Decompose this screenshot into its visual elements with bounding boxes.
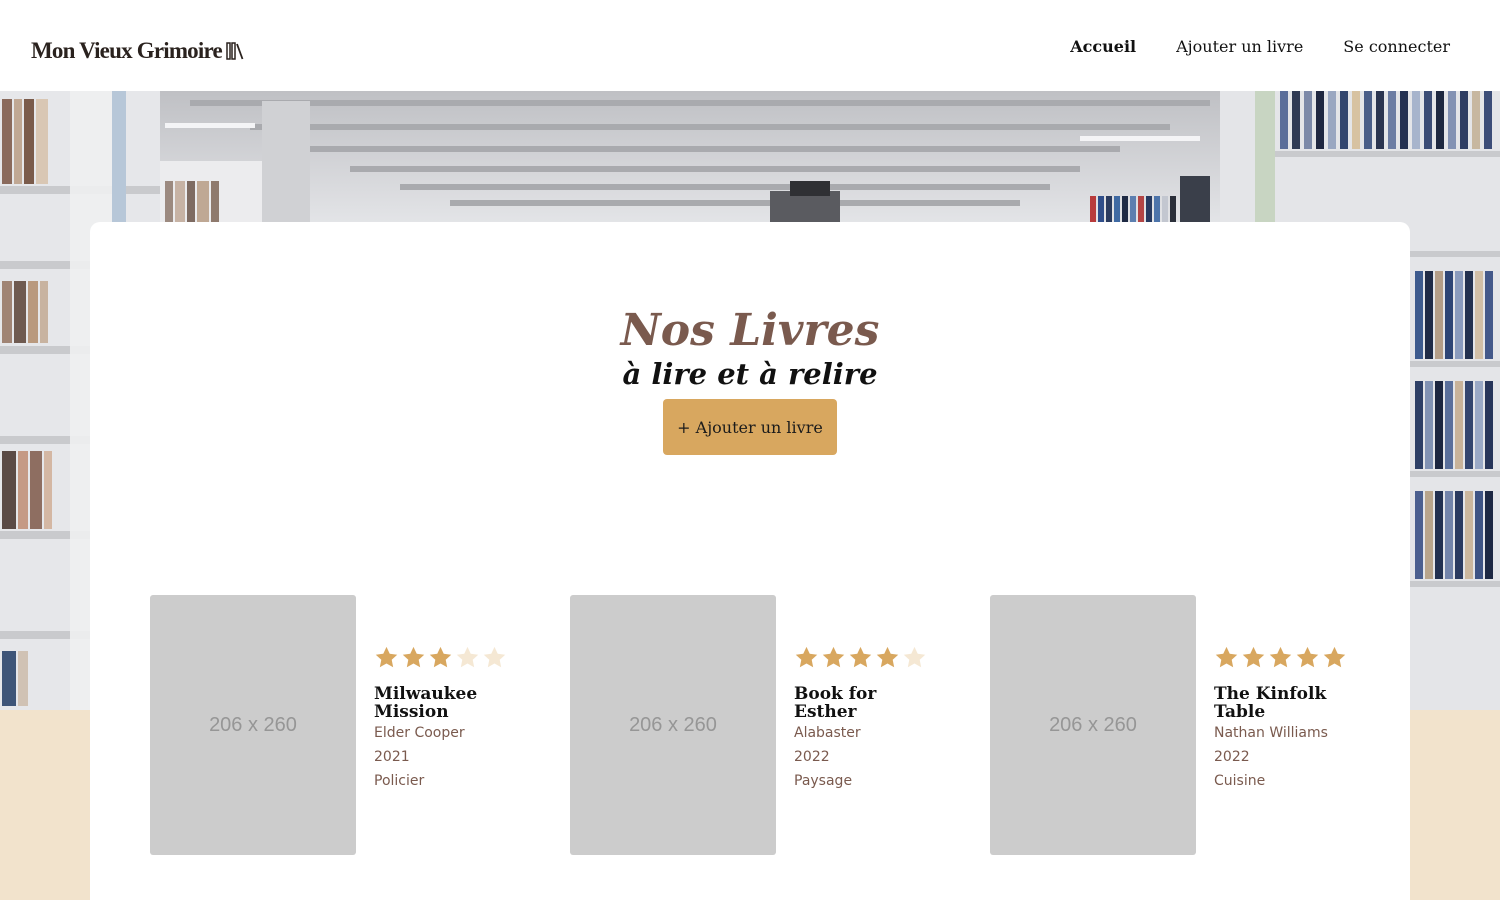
books-icon xyxy=(226,41,244,60)
logo-text: Mon Vieux Grimoire xyxy=(31,37,223,63)
star-filled-icon xyxy=(822,646,845,667)
star-empty-icon xyxy=(903,646,926,667)
book-genre: Paysage xyxy=(794,773,853,789)
book-card[interactable]: 206 x 260 The Kinfolk Table Nathan Willi… xyxy=(990,595,1390,855)
page-title: Nos Livres xyxy=(620,305,880,356)
book-title[interactable]: The Kinfolk Table xyxy=(1214,685,1344,721)
book-year: 2021 xyxy=(374,749,410,765)
book-card[interactable]: 206 x 260 Book for Esther Alabaster 2022… xyxy=(570,595,970,855)
book-genre: Cuisine xyxy=(1214,773,1266,789)
site-header: Mon Vieux Grimoire Accueil Ajouter un li… xyxy=(0,0,1500,91)
star-filled-icon xyxy=(375,646,398,667)
book-cover-placeholder[interactable]: 206 x 260 xyxy=(990,595,1196,855)
rating-stars xyxy=(374,643,544,671)
nav-ajouter-un-livre[interactable]: Ajouter un livre xyxy=(1176,37,1303,56)
star-filled-icon xyxy=(429,646,452,667)
book-info: Book for Esther Alabaster 2022 Paysage xyxy=(794,643,964,793)
rating-stars xyxy=(1214,643,1384,671)
book-year: 2022 xyxy=(1214,749,1250,765)
star-filled-icon xyxy=(1269,646,1292,667)
book-info: Milwaukee Mission Elder Cooper 2021 Poli… xyxy=(374,643,544,793)
star-filled-icon xyxy=(849,646,872,667)
page-subtitle: à lire et à relire xyxy=(622,357,878,391)
star-filled-icon xyxy=(1323,646,1346,667)
star-empty-icon xyxy=(483,646,506,667)
star-filled-icon xyxy=(402,646,425,667)
book-card[interactable]: 206 x 260 Milwaukee Mission Elder Cooper… xyxy=(150,595,550,855)
star-empty-icon xyxy=(456,646,479,667)
star-filled-icon xyxy=(1296,646,1319,667)
book-author: Alabaster xyxy=(794,725,861,741)
book-year: 2022 xyxy=(794,749,830,765)
book-info: The Kinfolk Table Nathan Williams 2022 C… xyxy=(1214,643,1384,793)
site-logo[interactable]: Mon Vieux Grimoire xyxy=(31,38,244,64)
star-filled-icon xyxy=(1215,646,1238,667)
book-genre: Policier xyxy=(374,773,425,789)
books-section: Nos Livres à lire et à relire + Ajouter … xyxy=(90,222,1410,900)
rating-stars xyxy=(794,643,964,671)
book-title[interactable]: Book for Esther xyxy=(794,685,924,721)
book-title[interactable]: Milwaukee Mission xyxy=(374,685,504,721)
star-filled-icon xyxy=(876,646,899,667)
nav-se-connecter[interactable]: Se connecter xyxy=(1343,37,1450,56)
book-cover-placeholder[interactable]: 206 x 260 xyxy=(150,595,356,855)
main-nav: Accueil Ajouter un livre Se connecter xyxy=(1070,37,1450,56)
book-author: Nathan Williams xyxy=(1214,725,1328,741)
book-cover-placeholder[interactable]: 206 x 260 xyxy=(570,595,776,855)
star-filled-icon xyxy=(1242,646,1265,667)
book-list: 206 x 260 Milwaukee Mission Elder Cooper… xyxy=(150,595,1370,855)
nav-accueil[interactable]: Accueil xyxy=(1070,37,1136,56)
star-filled-icon xyxy=(795,646,818,667)
book-author: Elder Cooper xyxy=(374,725,465,741)
add-book-button[interactable]: + Ajouter un livre xyxy=(663,399,837,455)
